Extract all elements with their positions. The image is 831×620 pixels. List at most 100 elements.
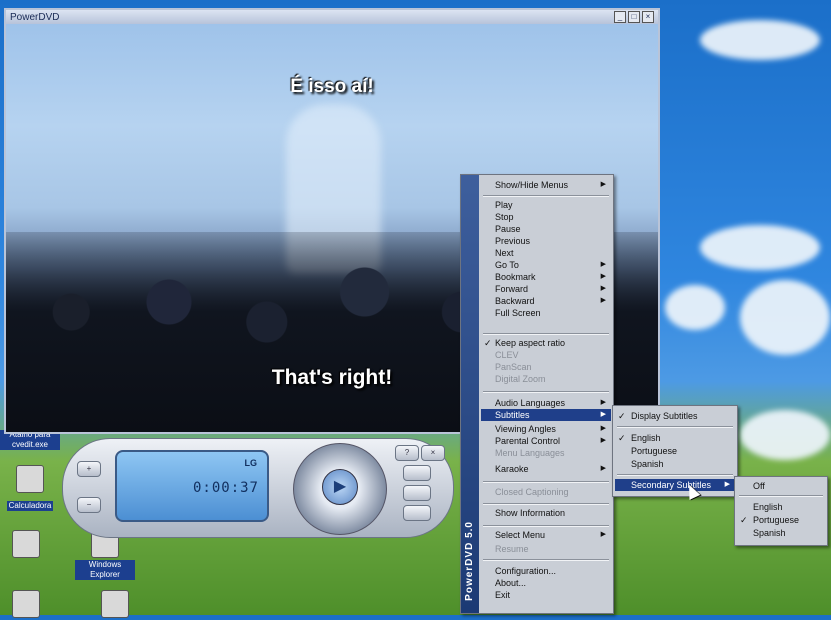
checkmark-icon: ✓ (740, 515, 748, 525)
submenu-arrow-icon: ▶ (724, 481, 730, 488)
menu-item-label: Bookmark (495, 272, 536, 282)
submenu-arrow-icon: ▶ (600, 425, 606, 432)
sky-cloud (700, 20, 820, 60)
menu-item-digital-zoom: Digital Zoom (481, 373, 611, 385)
panel-button[interactable] (403, 465, 431, 481)
submenu-item-english[interactable]: English (737, 501, 825, 513)
sky-cloud (665, 285, 725, 330)
desktop-icon-generic[interactable] (0, 530, 56, 560)
menu-separator (483, 333, 609, 335)
menu-item-backward[interactable]: Backward ▶ (481, 295, 611, 307)
menu-item-label: Audio Languages (495, 398, 566, 408)
submenu-item-off[interactable]: Off (737, 480, 825, 492)
menu-item-label: Keep aspect ratio (495, 338, 566, 348)
menu-item-label: Digital Zoom (495, 374, 546, 384)
menu-item-label: Select Menu (495, 530, 546, 540)
program-icon (12, 530, 40, 558)
menu-item-clev: CLEV (481, 349, 611, 361)
submenu-item-portuguese[interactable]: Portuguese (615, 445, 735, 457)
menu-separator (483, 503, 609, 505)
desktop-icon-calculator[interactable]: Calculadora (0, 465, 60, 513)
menu-item-next[interactable]: Next (481, 247, 611, 259)
submenu-item-secondary-subtitles[interactable]: Secondary Subtitles ▶ (615, 479, 735, 491)
play-button[interactable]: ▶ (322, 469, 358, 505)
title-bar[interactable]: PowerDVD _ □ × (6, 10, 658, 24)
submenu-arrow-icon: ▶ (600, 261, 606, 268)
menu-brand-label: PowerDVD 5.0 (464, 521, 475, 601)
checkmark-icon: ✓ (484, 338, 492, 348)
menu-item-label: Backward (495, 296, 535, 306)
menu-item-show-information[interactable]: Show Information (481, 507, 611, 519)
menu-item-label: Display Subtitles (631, 411, 698, 421)
submenu-arrow-icon: ▶ (600, 285, 606, 292)
menu-item-label: Karaoke (495, 464, 529, 474)
menu-item-stop[interactable]: Stop (481, 211, 611, 223)
menu-item-forward[interactable]: Forward ▶ (481, 283, 611, 295)
menu-item-label: Forward (495, 284, 529, 294)
menu-item-viewing-angles[interactable]: Viewing Angles ▶ (481, 423, 611, 435)
minimize-button[interactable]: _ (614, 11, 626, 23)
menu-item-configuration[interactable]: Configuration... (481, 565, 611, 577)
menu-item-closed-captioning: Closed Captioning (481, 486, 611, 498)
checkmark-icon: ✓ (618, 433, 626, 443)
menu-item-label: Previous (495, 236, 531, 246)
panel-close-button[interactable]: × (421, 445, 445, 461)
sky-cloud (700, 225, 820, 270)
menu-item-previous[interactable]: Previous (481, 235, 611, 247)
menu-item-label: Viewing Angles (495, 424, 556, 434)
menu-item-select-menu[interactable]: Select Menu ▶ (481, 529, 611, 541)
panel-button[interactable] (403, 505, 431, 521)
menu-item-karaoke[interactable]: Karaoke ▶ (481, 463, 611, 475)
control-panel[interactable]: + − LG 0:00:37 ▶ ? × (62, 438, 454, 538)
menu-item-exit[interactable]: Exit (481, 589, 611, 601)
menu-item-label: Show/Hide Menus (495, 180, 569, 190)
menu-item-audio-languages[interactable]: Audio Languages ▶ (481, 397, 611, 409)
menu-item-parental-control[interactable]: Parental Control ▶ (481, 435, 611, 447)
submenu-item-portuguese[interactable]: ✓ Portuguese (737, 514, 825, 526)
submenu-arrow-icon: ▶ (600, 181, 606, 188)
menu-brand-band: PowerDVD 5.0 (461, 175, 479, 613)
program-icon (12, 590, 40, 618)
submenu-item-spanish[interactable]: Spanish (737, 527, 825, 539)
submenu-arrow-icon: ▶ (600, 437, 606, 444)
menu-separator (739, 495, 823, 497)
panel-button[interactable] (403, 485, 431, 501)
submenu-item-spanish[interactable]: Spanish (615, 458, 735, 470)
menu-item-label: Pause (495, 224, 521, 234)
menu-separator (617, 426, 733, 428)
calculator-icon (16, 465, 44, 493)
menu-item-label: Menu Languages (495, 448, 565, 458)
secondary-subtitle: É isso aí! (290, 76, 374, 97)
lcd-display: LG 0:00:37 (115, 450, 269, 522)
desktop-icon-label: Windows Explorer (75, 560, 135, 580)
menu-item-label: English (753, 502, 783, 512)
menu-item-label: Show Information (495, 508, 566, 518)
desktop-icon-generic[interactable] (85, 590, 145, 620)
context-menu: PowerDVD 5.0 Show/Hide Menus ▶ Play Stop … (460, 174, 614, 614)
maximize-button[interactable]: □ (628, 11, 640, 23)
menu-item-label: PanScan (495, 362, 532, 372)
menu-item-go-to[interactable]: Go To ▶ (481, 259, 611, 271)
subtitles-submenu: ✓ Display Subtitles ✓ English Portuguese S… (612, 405, 738, 497)
submenu-arrow-icon: ▶ (600, 465, 606, 472)
volume-up-button[interactable]: + (77, 461, 101, 477)
menu-item-label: Resume (495, 544, 529, 554)
menu-item-bookmark[interactable]: Bookmark ▶ (481, 271, 611, 283)
menu-item-pause[interactable]: Pause (481, 223, 611, 235)
window-controls: _ □ × (614, 11, 654, 23)
menu-item-show-hide-menus[interactable]: Show/Hide Menus ▶ (481, 179, 611, 191)
menu-item-full-screen[interactable]: Full Screen (481, 307, 611, 319)
menu-separator (617, 474, 733, 476)
menu-item-about[interactable]: About... (481, 577, 611, 589)
volume-down-button[interactable]: − (77, 497, 101, 513)
menu-item-subtitles[interactable]: Subtitles ▶ (481, 409, 611, 421)
sky-cloud (740, 280, 830, 355)
menu-separator (483, 391, 609, 393)
help-button[interactable]: ? (395, 445, 419, 461)
menu-item-play[interactable]: Play (481, 199, 611, 211)
close-button[interactable]: × (642, 11, 654, 23)
desktop-icon-generic[interactable] (0, 590, 56, 620)
submenu-item-display-subtitles[interactable]: ✓ Display Subtitles (615, 410, 735, 422)
submenu-item-english[interactable]: ✓ English (615, 432, 735, 444)
menu-item-keep-aspect-ratio[interactable]: ✓ Keep aspect ratio (481, 337, 611, 349)
